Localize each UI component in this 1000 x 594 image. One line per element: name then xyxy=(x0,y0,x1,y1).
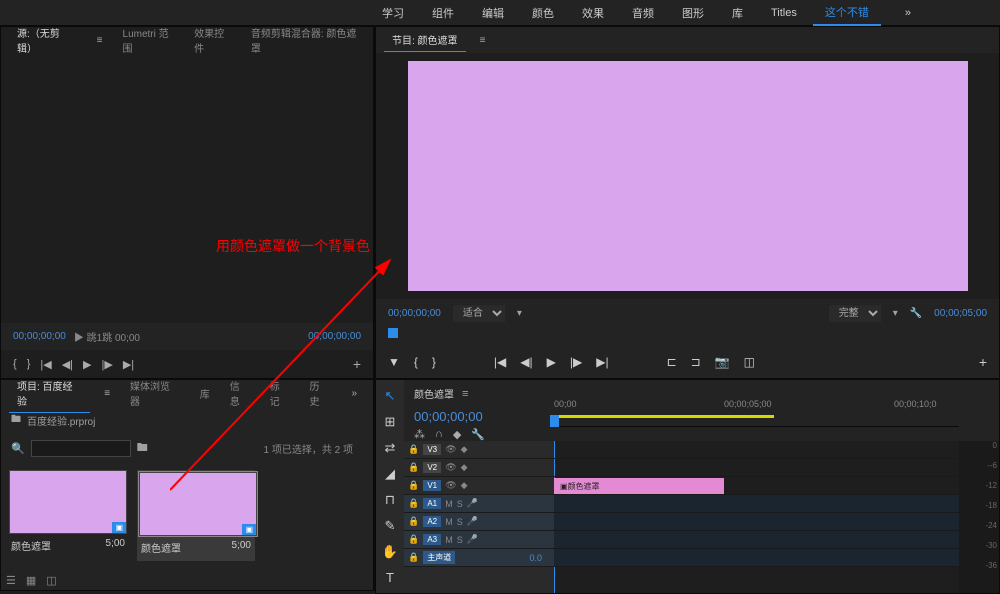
timeline-clip[interactable]: ▣ 颜色遮罩 xyxy=(554,478,724,494)
freeform-view-icon[interactable]: ◫ xyxy=(46,574,56,587)
ruler-tick: 00;00;05;00 xyxy=(724,399,772,409)
ws-tab[interactable]: 颜色 xyxy=(520,1,566,25)
audio-meter: 0 --6 -12 -18 -24 -30 -36 xyxy=(959,441,999,593)
video-track-header[interactable]: 🔒V1👁◆ xyxy=(404,477,554,495)
step-fwd-icon[interactable]: |▶ xyxy=(570,355,582,369)
chevron-down-icon: ▾ xyxy=(517,308,522,319)
annotation-text: 用颜色遮罩做一个背景色 xyxy=(216,236,370,256)
video-track-header[interactable]: 🔒V2👁◆ xyxy=(404,459,554,477)
marker-icon[interactable]: ◆ xyxy=(453,428,461,441)
step-back-icon[interactable]: ◀| xyxy=(520,355,532,369)
program-canvas xyxy=(408,61,968,291)
clip-name: 颜色遮罩 xyxy=(11,538,51,553)
settings-icon[interactable]: 🔧 xyxy=(471,428,485,441)
ws-tab[interactable]: 图形 xyxy=(670,1,716,25)
program-panel: 节目: 颜色遮罩 ≡ 00;00;00;00 适合 ▾ 完整 ▾ 🔧 00;00… xyxy=(375,26,1000,379)
track-lane[interactable] xyxy=(554,441,959,459)
annotation-arrow xyxy=(170,250,410,500)
folder-icon: 🖿 xyxy=(11,412,21,429)
ws-tab[interactable]: 组件 xyxy=(420,1,466,25)
project-footer: ☰ ▦ ◫ xyxy=(6,574,57,587)
linked-selection-icon[interactable]: ∩ xyxy=(435,428,443,441)
compare-icon[interactable]: ◫ xyxy=(744,355,755,369)
sequence-name[interactable]: 颜色遮罩 xyxy=(414,386,454,401)
timeline-content[interactable]: 00;00 00;00;05;00 00;00;10;0 ▣ 颜色遮罩 xyxy=(554,441,959,593)
ws-tab-active[interactable]: 这个不错 xyxy=(813,0,881,26)
timecode-left[interactable]: 00;00;00;00 xyxy=(13,331,66,342)
goto-in-icon[interactable]: |◀ xyxy=(40,358,51,371)
ws-tab[interactable]: 学习 xyxy=(370,1,416,25)
project-item[interactable]: ▣ 颜色遮罩 5;00 xyxy=(9,470,127,561)
track-lane[interactable] xyxy=(554,531,959,549)
play-icon[interactable]: ▶ xyxy=(547,355,556,369)
program-timecode-right[interactable]: 00;00;05;00 xyxy=(934,308,987,319)
program-transport: ▼ { } |◀ ◀| ▶ |▶ ▶| ⊏ ⊐ 📷 ◫ + xyxy=(376,346,999,378)
track-headers: 🔒V3👁◆ 🔒V2👁◆ 🔒V1👁◆ 🔒A1MS🎤 🔒A2MS🎤 🔒A3MS🎤 🔒… xyxy=(404,441,554,593)
search-input[interactable] xyxy=(31,440,131,457)
ws-tab[interactable]: 编辑 xyxy=(470,1,516,25)
track-lane[interactable] xyxy=(554,549,959,567)
ruler-tick: 00;00 xyxy=(554,399,577,409)
zoom-select[interactable]: 适合 xyxy=(453,305,505,322)
search-icon[interactable]: 🔍 xyxy=(11,442,25,455)
goto-out-icon[interactable]: ▶| xyxy=(596,355,608,369)
playhead-icon[interactable] xyxy=(550,415,559,427)
mark-in-icon[interactable]: { xyxy=(13,358,17,370)
program-tab[interactable]: 节目: 颜色遮罩 xyxy=(384,28,466,52)
clip-duration: 5;00 xyxy=(106,538,125,553)
icon-view-icon[interactable]: ▦ xyxy=(26,574,36,587)
ruler-tick: 00;00;10;0 xyxy=(894,399,937,409)
timeline-ruler[interactable]: 00;00 00;00;05;00 00;00;10;0 xyxy=(554,397,959,427)
resolution-select[interactable]: 完整 xyxy=(829,305,881,322)
goto-in-icon[interactable]: |◀ xyxy=(494,355,506,369)
mark-out-icon[interactable]: } xyxy=(432,355,436,369)
panel-menu-icon[interactable]: ≡ xyxy=(89,31,111,50)
lift-icon[interactable]: ⊏ xyxy=(667,355,677,369)
audio-track-header[interactable]: 🔒A3MS🎤 xyxy=(404,531,554,549)
timeline-timecode[interactable]: 00;00;00;00 xyxy=(414,409,483,424)
track-lane[interactable] xyxy=(554,513,959,531)
snap-icon[interactable]: ⁂ xyxy=(414,428,425,441)
chevron-down-icon: ▾ xyxy=(893,308,898,319)
export-frame-icon[interactable]: 📷 xyxy=(715,355,730,369)
button-editor-icon[interactable]: + xyxy=(979,354,987,370)
wrench-icon[interactable]: 🔧 xyxy=(910,308,922,319)
panel-menu-icon[interactable]: ≡ xyxy=(462,388,468,400)
program-ruler[interactable] xyxy=(388,328,987,346)
audio-track-header[interactable]: 🔒A2MS🎤 xyxy=(404,513,554,531)
master-track-header[interactable]: 🔒主声道0.0 xyxy=(404,549,554,567)
mark-in-icon[interactable]: { xyxy=(414,355,418,369)
ws-tab[interactable]: 库 xyxy=(720,1,755,25)
extract-icon[interactable]: ⊐ xyxy=(691,355,701,369)
step-back-icon[interactable]: ◀| xyxy=(62,358,73,371)
play-icon[interactable]: ▶ xyxy=(83,358,91,371)
range-display: ▶ 跳1跳 00;00 xyxy=(74,329,140,344)
timeline-panel: ↖ ⊞ ⇄ ◢ ⊓ ✎ ✋ T 颜色遮罩 ≡ 00;00;00;00 ⁂ xyxy=(375,379,1000,594)
step-fwd-icon[interactable]: |▶ xyxy=(102,358,113,371)
ws-tab[interactable]: 音频 xyxy=(620,1,666,25)
list-view-icon[interactable]: ☰ xyxy=(6,574,16,587)
ws-overflow-icon[interactable]: » xyxy=(893,3,923,23)
work-area-bar[interactable] xyxy=(554,415,774,418)
mark-out-icon[interactable]: } xyxy=(27,358,31,370)
video-track-header[interactable]: 🔒V3👁◆ xyxy=(404,441,554,459)
clip-name: 颜色遮罩 xyxy=(141,540,181,555)
audio-track-header[interactable]: 🔒A1MS🎤 xyxy=(404,495,554,513)
type-tool-icon[interactable]: T xyxy=(386,570,394,585)
track-lane[interactable] xyxy=(554,459,959,477)
panel-menu-icon[interactable]: ≡ xyxy=(472,31,494,50)
track-lane[interactable]: ▣ 颜色遮罩 xyxy=(554,477,959,495)
project-tab[interactable]: 项目: 百度经验 xyxy=(9,374,90,413)
hand-tool-icon[interactable]: ✋ xyxy=(382,544,398,560)
panel-menu-icon[interactable]: ≡ xyxy=(96,384,118,403)
ws-tab[interactable]: 效果 xyxy=(570,1,616,25)
pen-tool-icon[interactable]: ✎ xyxy=(385,518,396,534)
goto-out-icon[interactable]: ▶| xyxy=(123,358,134,371)
program-viewport[interactable] xyxy=(376,53,999,299)
bin-icon[interactable]: 🖿 xyxy=(137,439,148,458)
ws-tab[interactable]: Titles xyxy=(759,3,809,23)
project-filename: 百度经验.prproj xyxy=(27,413,95,428)
clip-duration: 5;00 xyxy=(232,540,251,555)
track-lane[interactable] xyxy=(554,495,959,513)
